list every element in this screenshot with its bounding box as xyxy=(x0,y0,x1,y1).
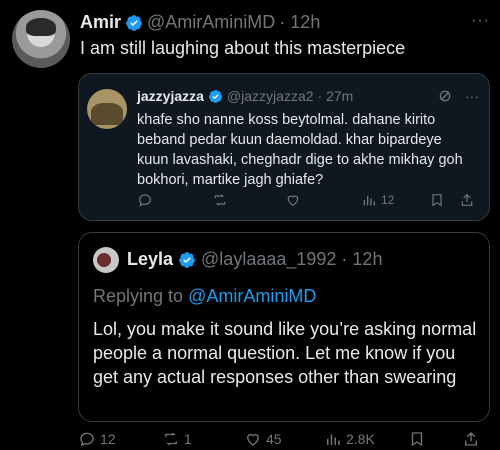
reply-count: 12 xyxy=(100,431,116,447)
like-count: 45 xyxy=(266,431,282,447)
verified-badge-icon xyxy=(179,251,195,268)
retweet-icon xyxy=(214,194,226,206)
views-icon xyxy=(363,196,375,206)
replying-to-handle[interactable]: @AmirAminiMD xyxy=(188,286,316,306)
bookmark-icon xyxy=(411,432,423,447)
quoted-tweet-leyla[interactable]: Leyla @laylaaaa_1992 · 12h Replying to @… xyxy=(78,232,490,422)
views-button[interactable]: 12 xyxy=(361,192,394,208)
share-button[interactable] xyxy=(459,192,475,208)
views-icon xyxy=(327,434,340,445)
quoted-tweet-header: jazzyjazza @jazzyjazza2 · 27m xyxy=(137,88,353,104)
retweet-button[interactable] xyxy=(212,192,228,208)
bookmark-button[interactable] xyxy=(408,430,426,448)
quoted-tweet-time[interactable]: · 27m xyxy=(318,88,354,104)
more-options-icon[interactable]: ··· xyxy=(471,12,490,30)
quoted-more-options-icon[interactable]: ··· xyxy=(465,88,479,104)
quoted-author-name[interactable]: jazzyjazza xyxy=(137,88,204,104)
quoted-author-name[interactable]: Leyla xyxy=(127,249,173,270)
quoted-tweet-header: Leyla @laylaaaa_1992 · 12h xyxy=(127,249,382,270)
avatar-amir[interactable] xyxy=(12,10,70,68)
replying-to: Replying to @AmirAminiMD xyxy=(93,286,316,307)
share-button[interactable] xyxy=(462,430,480,448)
author-name[interactable]: Amir xyxy=(80,12,121,33)
share-icon xyxy=(465,432,477,446)
replying-to-label: Replying to xyxy=(93,286,184,306)
share-icon xyxy=(461,193,473,206)
grok-icon[interactable] xyxy=(437,88,453,104)
bookmark-icon xyxy=(432,194,442,207)
quoted-tweet-actions: 12 xyxy=(137,192,477,212)
views-button[interactable]: 2.8K xyxy=(324,430,375,448)
tweet-text: I am still laughing about this masterpie… xyxy=(80,38,406,58)
tweet-actions: 12 1 45 2.8K xyxy=(78,430,490,450)
retweet-count: 1 xyxy=(184,431,192,447)
views-count: 12 xyxy=(381,193,395,207)
tweet-time[interactable]: · 12h xyxy=(279,12,320,33)
verified-badge-icon xyxy=(126,14,142,31)
quoted-tweet-text: khafe sho nanne koss beytolmal. dahane k… xyxy=(137,112,463,188)
quoted-author-handle[interactable]: @jazzyjazza2 xyxy=(227,88,314,104)
reply-button[interactable]: 12 xyxy=(78,430,116,448)
quoted-tweet-jazzyjazza[interactable]: jazzyjazza @jazzyjazza2 · 27m ··· khafe … xyxy=(78,73,490,221)
retweet-icon xyxy=(165,432,177,446)
heart-icon xyxy=(247,433,259,446)
main-tweet-header: Amir @AmirAminiMD · 12h xyxy=(80,12,320,33)
like-button[interactable] xyxy=(285,192,301,208)
quoted-tweet-text: Lol, you make it sound like you’re askin… xyxy=(93,319,477,387)
avatar-jazzyjazza[interactable] xyxy=(87,89,127,129)
reply-icon xyxy=(80,432,94,447)
quoted-tweet-time[interactable]: · 12h xyxy=(341,249,382,270)
verified-badge-icon xyxy=(208,89,222,103)
heart-icon xyxy=(287,195,299,207)
avatar-leyla[interactable] xyxy=(93,247,119,273)
retweet-button[interactable]: 1 xyxy=(162,430,192,448)
views-count: 2.8K xyxy=(346,431,375,447)
like-button[interactable]: 45 xyxy=(244,430,282,448)
reply-icon xyxy=(139,194,151,207)
reply-button[interactable] xyxy=(137,192,153,208)
author-handle[interactable]: @AmirAminiMD xyxy=(147,12,275,33)
bookmark-button[interactable] xyxy=(429,192,445,208)
quoted-author-handle[interactable]: @laylaaaa_1992 xyxy=(201,249,336,270)
